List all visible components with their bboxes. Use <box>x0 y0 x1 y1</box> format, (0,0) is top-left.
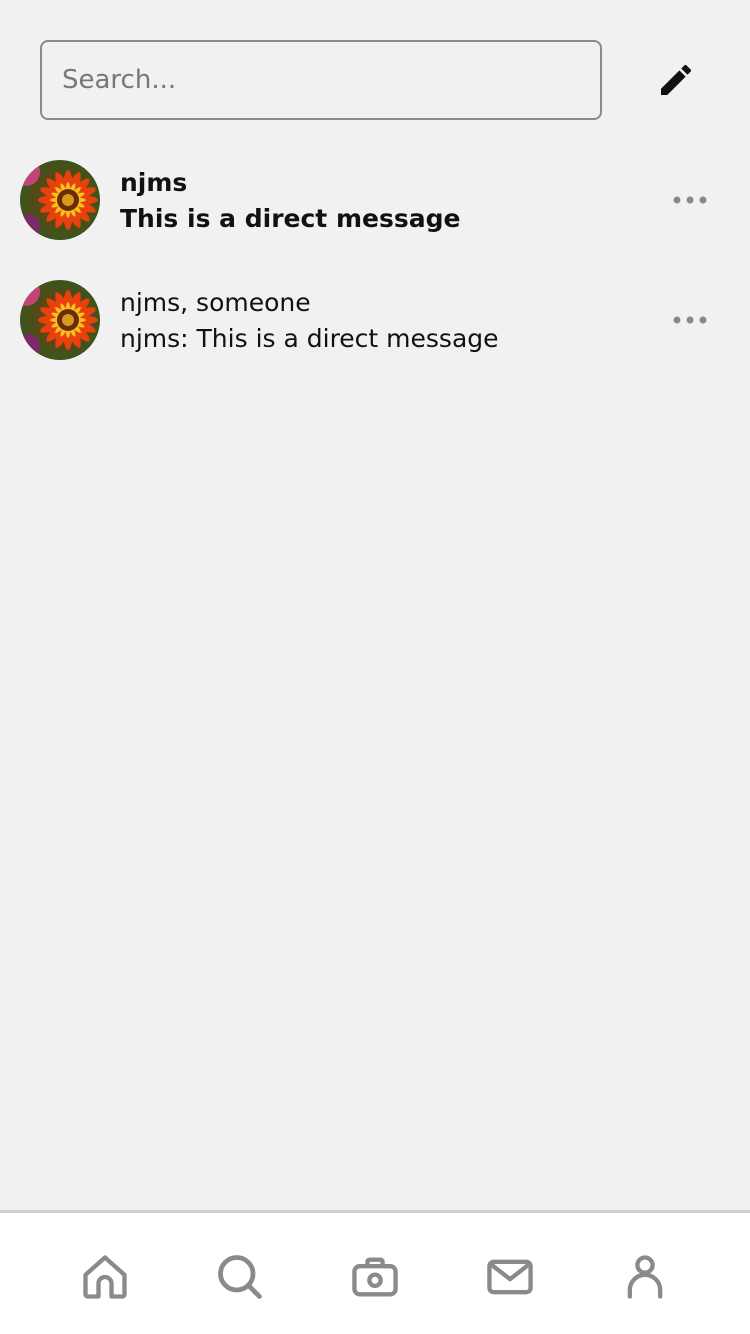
more-options-button[interactable] <box>666 184 714 216</box>
pencil-icon <box>661 64 692 95</box>
flower-avatar <box>20 160 100 240</box>
camera-icon <box>352 1257 398 1297</box>
avatar[interactable] <box>20 280 100 360</box>
avatar[interactable] <box>20 160 100 240</box>
more-horizontal-icon <box>673 196 707 204</box>
conversation-participants: njms, someone <box>120 288 311 317</box>
bottom-tab-bar <box>0 1210 750 1334</box>
conversation-row[interactable]: njms, someone njms: This is a direct mes… <box>0 260 750 380</box>
flower-avatar <box>20 280 100 360</box>
more-horizontal-icon <box>673 316 707 324</box>
conversation-preview: This is a direct message <box>120 204 461 233</box>
tab-profile[interactable] <box>615 1247 675 1307</box>
user-icon <box>627 1255 663 1299</box>
more-options-button[interactable] <box>666 304 714 336</box>
search-input[interactable] <box>40 40 602 120</box>
conversation-list: njms This is a direct message njms, some… <box>0 140 750 380</box>
tab-home[interactable] <box>75 1247 135 1307</box>
search-icon <box>218 1255 262 1299</box>
top-bar <box>0 0 750 140</box>
tab-messages[interactable] <box>480 1247 540 1307</box>
tab-search[interactable] <box>210 1247 270 1307</box>
mail-icon <box>487 1259 533 1295</box>
conversation-row[interactable]: njms This is a direct message <box>0 140 750 260</box>
conversation-participants: njms <box>120 168 188 197</box>
conversation-preview: njms: This is a direct message <box>120 324 499 353</box>
home-icon <box>83 1255 127 1299</box>
tab-camera[interactable] <box>345 1247 405 1307</box>
compose-button[interactable] <box>650 54 702 106</box>
